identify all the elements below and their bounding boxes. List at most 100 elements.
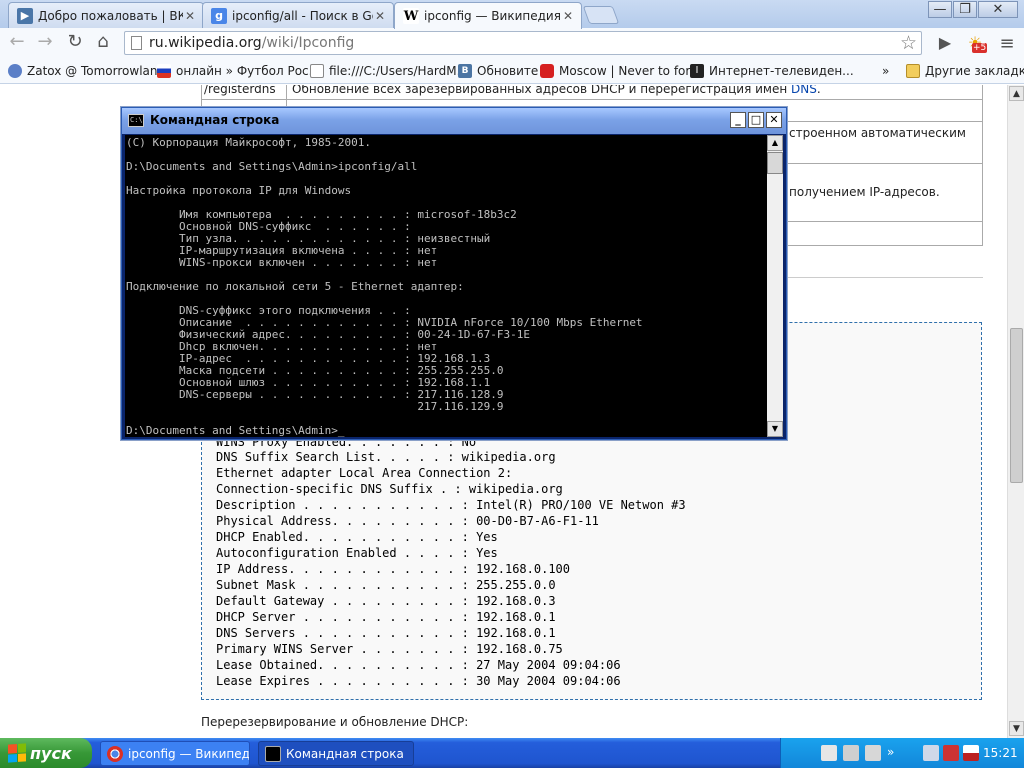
taskbar-item-chrome[interactable]: ipconfig — Википеди... [100,741,250,766]
code-line: IP Address. . . . . . . . . . . . : 192.… [216,562,571,576]
russia-flag-icon [157,64,171,78]
code-line: Lease Obtained. . . . . . . . . . : 27 M… [216,658,621,672]
code-line: Ethernet adapter Local Area Connection 2… [216,466,513,480]
forward-arrow-icon[interactable]: → [34,33,56,53]
code-line: Lease Expires . . . . . . . . . . : 30 M… [216,674,621,688]
cmd-scrollbar[interactable]: ▲ ▼ [767,135,783,437]
console-prompt-line: D:\Documents and Settings\Admin>_ [126,424,345,437]
url-text: ru.wikipedia.org/wiki/Ipconfig [149,35,355,51]
vk-icon: ▶ [17,7,33,24]
close-window-button[interactable]: ✕ [978,1,1018,18]
code-line: Description . . . . . . . . . . . : Inte… [216,498,686,512]
table-border [201,99,983,100]
tab-strip: ▶ Добро пожаловать | ВКонт ✕ g ipconfig/… [0,0,1024,29]
scrollbar-thumb[interactable] [767,152,783,174]
other-bookmarks-folder[interactable]: Другие закладки [906,62,1024,80]
table-cell-command: /registerdns [204,85,276,96]
vk-icon: B [458,64,472,78]
bookmark-item[interactable]: Moscow | Never to for... [540,62,701,80]
file-icon [310,64,324,78]
tray-flag-icon[interactable] [963,745,979,761]
command-prompt-window[interactable]: C:\ Командная строка _ □ ✕ (C) Корпораци… [121,107,787,440]
console-output[interactable]: (C) Корпорация Майкрософт, 1985-2001. D:… [125,135,767,437]
taskbar-item-cmd[interactable]: Командная строка [258,741,414,766]
cmd-close-button[interactable]: ✕ [766,112,782,128]
extension-badge: +5 [972,43,988,53]
reload-icon[interactable]: ↻ [64,33,86,53]
console-line: WINS-прокси включен . . . . . . . : нет [126,256,438,269]
scroll-down-icon[interactable]: ▼ [767,421,783,437]
code-line: Physical Address. . . . . . . . . : 00-D… [216,514,599,528]
chrome-icon [107,745,123,762]
expand-tray-icon[interactable]: » [887,745,903,761]
code-line: DHCP Server . . . . . . . . . . . : 192.… [216,610,556,624]
tab-wikipedia[interactable]: W ipconfig — Википедия ✕ [394,2,582,29]
console-line: Настройка протокола IP для Windows [126,184,352,197]
code-line: DNS Suffix Search List. . . . . : wikipe… [216,450,556,464]
bookmark-star-icon[interactable]: ☆ [900,32,917,54]
system-tray: » 15:21 [780,738,1024,768]
scroll-down-icon[interactable]: ▼ [1009,721,1024,736]
code-line: Subnet Mask . . . . . . . . . . . : 255.… [216,578,556,592]
paragraph-text: Перерезервирование и обновление DHCP: [201,715,469,729]
speaker-icon[interactable] [923,745,939,761]
address-bar[interactable]: ru.wikipedia.org/wiki/Ipconfig [124,31,922,55]
tray-app-icon[interactable] [943,745,959,761]
console-line: Подключение по локальной сети 5 - Ethern… [126,280,464,293]
tab-google-search[interactable]: g ipconfig/all - Поиск в Google ✕ [202,2,394,28]
table-cell-description: Обновление всех зарезервированных адресо… [292,85,821,96]
taskbar: пуск ipconfig — Википеди... Командная ст… [0,738,1024,768]
scroll-up-icon[interactable]: ▲ [767,135,783,151]
console-icon [265,745,281,762]
table-cell-description: получением IP-адресов. [789,185,940,199]
wrench-menu-icon[interactable]: ≡ [996,33,1018,55]
scrollbar-thumb[interactable] [1010,328,1023,483]
cmd-title-bar[interactable]: C:\ Командная строка _ □ ✕ [122,108,786,134]
bookmark-item[interactable]: Zatox @ Tomorrowlan... [8,62,169,80]
table-cell-description: строенном автоматическим [789,126,966,140]
network-icon[interactable] [843,745,859,761]
console-line: (C) Корпорация Майкрософт, 1985-2001. [126,136,372,149]
folder-icon [906,64,920,78]
minimize-window-button[interactable]: — [928,1,952,18]
bookmarks-overflow-button[interactable]: » [882,62,889,80]
console-line: 217.116.129.9 [126,400,504,413]
tray-app-icon[interactable] [821,745,837,761]
tab-vkontakte[interactable]: ▶ Добро пожаловать | ВКонт ✕ [8,2,204,28]
code-line: Default Gateway . . . . . . . . . : 192.… [216,594,556,608]
wikipedia-icon: W [403,8,419,24]
code-line: Primary WINS Server . . . . . . . : 192.… [216,642,563,656]
bookmark-item[interactable]: онлайн » Футбол Рос... [157,62,320,80]
clock[interactable]: 15:21 [983,746,1018,760]
windows-logo-icon [8,743,26,763]
google-icon: g [211,7,227,24]
bookmark-item[interactable]: file:///C:/Users/HardM... [310,62,468,80]
cmd-window-title: Командная строка [150,113,280,127]
cmd-minimize-button[interactable]: _ [730,112,746,128]
back-arrow-icon[interactable]: ← [6,33,28,53]
start-button[interactable]: пуск [0,738,92,768]
new-tab-button[interactable] [582,6,620,24]
close-tab-icon[interactable]: ✕ [183,9,197,23]
code-line: DHCP Enabled. . . . . . . . . . . : Yes [216,530,498,544]
console-icon: C:\ [128,114,144,127]
close-tab-icon[interactable]: ✕ [373,9,387,23]
bookmark-item[interactable]: I Интернет-телевиден... [690,62,854,80]
cmd-maximize-button[interactable]: □ [748,112,764,128]
scroll-up-icon[interactable]: ▲ [1009,86,1024,101]
youtube-icon [540,64,554,78]
bookmarks-bar: Zatox @ Tomorrowlan... онлайн » Футбол Р… [0,58,1024,84]
home-icon[interactable]: ⌂ [92,33,114,53]
extension-icon[interactable]: ▶ [934,33,956,55]
globe-icon [8,64,22,78]
dns-link[interactable]: DNS [791,85,817,96]
console-line: D:\Documents and Settings\Admin>ipconfig… [126,160,418,173]
weather-extension-icon[interactable]: ☀ +5 [964,33,988,55]
network-icon[interactable] [865,745,881,761]
bookmark-item[interactable]: B Обновите [458,62,538,80]
maximize-window-button[interactable]: ❐ [953,1,977,18]
code-line: Autoconfiguration Enabled . . . . : Yes [216,546,498,560]
page-scrollbar[interactable]: ▲ ▼ [1007,85,1024,738]
close-tab-icon[interactable]: ✕ [561,9,575,23]
code-line: DNS Servers . . . . . . . . . . . : 192.… [216,626,556,640]
